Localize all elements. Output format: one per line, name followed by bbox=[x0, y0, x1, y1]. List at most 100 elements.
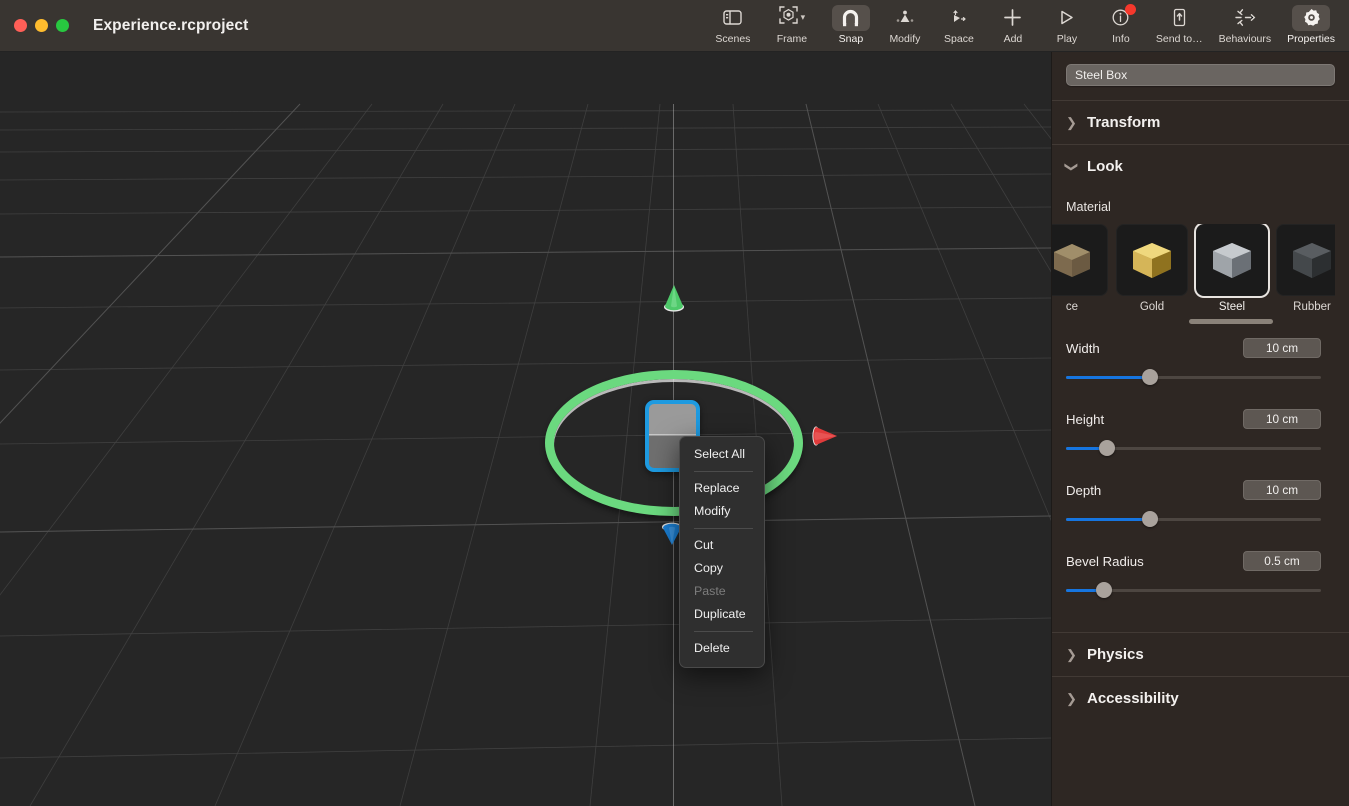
chevron-down-icon: ❯ bbox=[1064, 161, 1080, 172]
toolbar-button-info[interactable]: Info bbox=[1094, 0, 1148, 45]
material-swatch-rubber[interactable]: Rubber bbox=[1276, 224, 1335, 313]
send-to-icon bbox=[1160, 5, 1198, 31]
object-name-input[interactable]: Steel Box bbox=[1066, 64, 1335, 86]
main-body: Select All Replace Modify Cut Copy Paste… bbox=[0, 52, 1349, 806]
slider-height[interactable] bbox=[1066, 440, 1321, 456]
material-swatch-steel[interactable]: Steel bbox=[1196, 224, 1268, 313]
toolbar-label-frame: Frame bbox=[776, 32, 808, 45]
modify-icon bbox=[886, 5, 924, 31]
context-menu-item-select-all[interactable]: Select All bbox=[680, 443, 764, 466]
property-label-width: Width bbox=[1066, 340, 1100, 356]
material-name: ce bbox=[1065, 301, 1079, 313]
toolbar-label-send-to: Send to… bbox=[1155, 32, 1203, 45]
context-menu-item-delete[interactable]: Delete bbox=[680, 637, 764, 660]
material-thumb bbox=[1276, 224, 1335, 296]
chevron-right-icon: ❯ bbox=[1066, 114, 1077, 130]
context-menu-separator bbox=[694, 631, 753, 632]
section-header-physics[interactable]: ❯ Physics bbox=[1052, 632, 1349, 676]
slider-depth[interactable] bbox=[1066, 511, 1321, 527]
section-header-accessibility[interactable]: ❯ Accessibility bbox=[1052, 676, 1349, 720]
chevron-right-icon: ❯ bbox=[1066, 690, 1077, 706]
section-title-transform: Transform bbox=[1087, 114, 1161, 131]
section-header-look[interactable]: ❯ Look bbox=[1052, 144, 1349, 188]
slider-knob[interactable] bbox=[1142, 369, 1159, 385]
material-swatch-ice[interactable]: ce bbox=[1052, 224, 1108, 313]
toolbar-button-scenes[interactable]: Scenes bbox=[706, 0, 760, 45]
info-badge bbox=[1124, 3, 1136, 15]
toolbar-label-snap: Snap bbox=[838, 32, 864, 45]
property-value-depth[interactable]: 10 cm bbox=[1243, 480, 1321, 500]
material-swatch-gold[interactable]: Gold bbox=[1116, 224, 1188, 313]
y-axis-cone-green-icon[interactable] bbox=[663, 284, 685, 312]
toolbar-label-properties: Properties bbox=[1287, 32, 1335, 45]
toolbar-button-send-to[interactable]: Send to… bbox=[1148, 0, 1211, 45]
toolbar-button-space[interactable]: Space bbox=[932, 0, 986, 45]
plus-icon bbox=[994, 5, 1032, 31]
material-strip-scrollbar[interactable] bbox=[1189, 319, 1273, 324]
toolbar-label-modify: Modify bbox=[889, 32, 921, 45]
property-height: Height 10 cm bbox=[1052, 385, 1335, 456]
material-strip[interactable]: ce Gold Steel Rubber bbox=[1052, 224, 1335, 324]
slider-fill bbox=[1066, 376, 1151, 379]
title-bar: Experience.rcproject Scenes ▾ Frame Snap… bbox=[0, 0, 1349, 52]
object-name-row: Steel Box bbox=[1052, 52, 1349, 100]
chevron-down-icon[interactable]: ▾ bbox=[801, 13, 806, 22]
property-value-height[interactable]: 10 cm bbox=[1243, 409, 1321, 429]
scene-objects bbox=[0, 52, 1051, 806]
toolbar-button-behaviours[interactable]: Behaviours bbox=[1211, 0, 1280, 45]
toolbar-label-scenes: Scenes bbox=[715, 32, 751, 45]
section-header-transform[interactable]: ❯ Transform bbox=[1052, 100, 1349, 144]
material-thumb bbox=[1116, 224, 1188, 296]
maximize-window-button[interactable] bbox=[56, 19, 69, 32]
context-menu-item-modify[interactable]: Modify bbox=[680, 500, 764, 523]
material-name: Gold bbox=[1139, 301, 1165, 313]
material-label: Material bbox=[1066, 200, 1111, 214]
toolbar-button-modify[interactable]: Modify bbox=[878, 0, 932, 45]
minimize-window-button[interactable] bbox=[35, 19, 48, 32]
close-window-button[interactable] bbox=[14, 19, 27, 32]
context-menu-item-duplicate[interactable]: Duplicate bbox=[680, 603, 764, 626]
space-icon bbox=[940, 5, 978, 31]
context-menu-separator bbox=[694, 528, 753, 529]
toolbar-label-add: Add bbox=[1003, 32, 1023, 45]
material-thumb bbox=[1052, 224, 1108, 296]
slider-knob[interactable] bbox=[1142, 511, 1159, 527]
toolbar-button-play[interactable]: Play bbox=[1040, 0, 1094, 45]
sidebar-panel-icon bbox=[714, 5, 752, 31]
context-menu-item-replace[interactable]: Replace bbox=[680, 477, 764, 500]
section-title-accessibility: Accessibility bbox=[1087, 690, 1179, 707]
gear-icon bbox=[1292, 4, 1331, 31]
property-width: Width 10 cm bbox=[1052, 324, 1335, 385]
frame-object-icon bbox=[778, 6, 798, 29]
look-section-body: Material ce Gold Steel Rubber Width 10 c… bbox=[1052, 188, 1349, 612]
toolbar-button-frame[interactable]: ▾ Frame bbox=[760, 0, 824, 45]
toolbar-label-space: Space bbox=[944, 32, 974, 45]
behaviours-icon bbox=[1223, 5, 1267, 31]
slider-bevel-radius[interactable] bbox=[1066, 582, 1321, 598]
property-value-bevel-radius[interactable]: 0.5 cm bbox=[1243, 551, 1321, 571]
toolbar-button-snap[interactable]: Snap bbox=[824, 0, 878, 45]
3d-viewport[interactable]: Select All Replace Modify Cut Copy Paste… bbox=[0, 52, 1051, 806]
window-title: Experience.rcproject bbox=[93, 16, 249, 34]
app-window: Experience.rcproject Scenes ▾ Frame Snap… bbox=[0, 0, 1349, 806]
slider-knob[interactable] bbox=[1098, 440, 1115, 456]
context-menu-item-paste: Paste bbox=[694, 584, 726, 598]
context-menu[interactable]: Select All Replace Modify Cut Copy Paste… bbox=[679, 436, 765, 668]
property-value-width[interactable]: 10 cm bbox=[1243, 338, 1321, 358]
window-controls bbox=[0, 19, 69, 32]
property-bevel-radius: Bevel Radius 0.5 cm bbox=[1052, 527, 1335, 598]
slider-width[interactable] bbox=[1066, 369, 1321, 385]
toolbar-button-properties[interactable]: Properties bbox=[1279, 0, 1343, 45]
properties-panel: Steel Box ❯ Transform ❯ Look Material ce… bbox=[1051, 52, 1349, 806]
slider-knob[interactable] bbox=[1096, 582, 1113, 598]
x-axis-cone-red-icon[interactable] bbox=[812, 424, 838, 448]
toolbar-button-add[interactable]: Add bbox=[986, 0, 1040, 45]
property-label-height: Height bbox=[1066, 411, 1105, 427]
material-thumb bbox=[1196, 224, 1268, 296]
context-menu-item-copy[interactable]: Copy bbox=[680, 557, 764, 580]
section-title-physics: Physics bbox=[1087, 646, 1144, 663]
context-menu-item-cut[interactable]: Cut bbox=[680, 534, 764, 557]
chevron-right-icon: ❯ bbox=[1066, 646, 1077, 662]
toolbar-label-play: Play bbox=[1056, 32, 1078, 45]
material-name: Rubber bbox=[1293, 301, 1331, 313]
